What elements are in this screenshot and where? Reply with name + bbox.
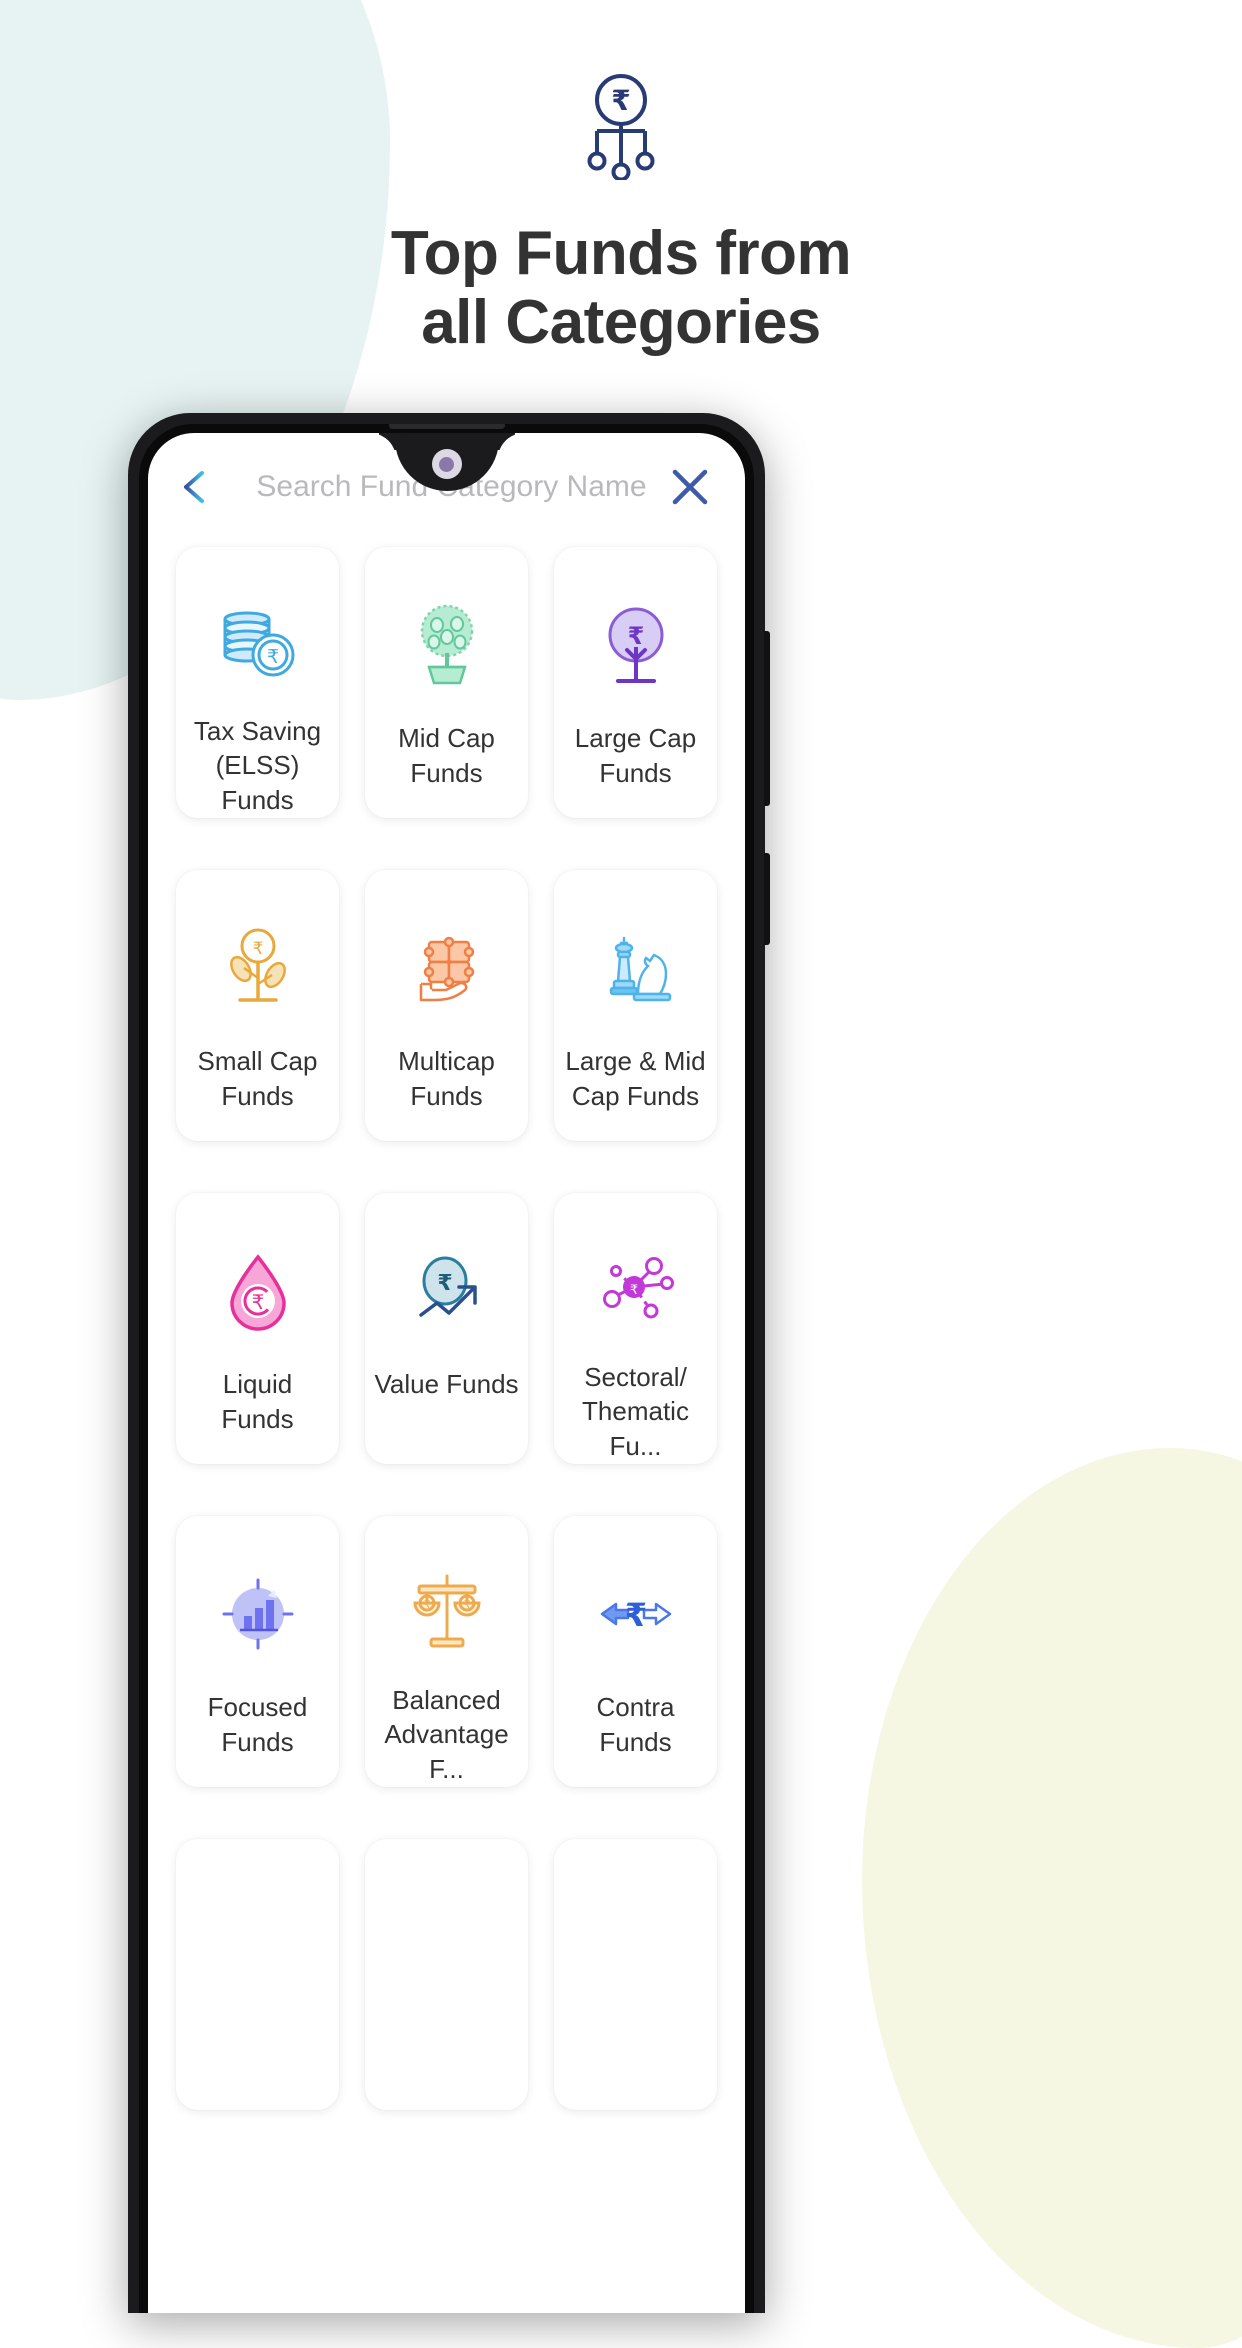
fund-card-multicap[interactable]: Multicap Funds <box>365 870 528 1141</box>
fund-card-large-mid-cap[interactable]: Large & Mid Cap Funds <box>554 870 717 1141</box>
coin-stack-icon: ₹ <box>210 593 306 690</box>
fund-card-small-cap[interactable]: ₹ Small Cap Funds <box>176 870 339 1141</box>
page-title: Top Funds from all Categories <box>0 219 1242 358</box>
fund-card-liquid[interactable]: ₹ Liquid Funds <box>176 1193 339 1464</box>
contra-arrows-icon: ₹ <box>588 1562 684 1666</box>
hero-section: ₹ Top Funds from all Categories <box>0 0 1242 358</box>
svg-text:₹: ₹ <box>437 1271 452 1296</box>
puzzle-hand-icon <box>399 916 495 1020</box>
phone-volume-button[interactable] <box>764 631 770 806</box>
fund-card-sectoral-thematic[interactable]: ₹ Sectoral/ Thematic Fu... <box>554 1193 717 1464</box>
rupee-hierarchy-icon: ₹ <box>566 72 676 185</box>
fund-card-label: Sectoral/ Thematic Fu... <box>582 1361 689 1462</box>
fund-card-label: Mid Cap Funds <box>398 723 495 788</box>
svg-text:₹: ₹ <box>251 1290 264 1314</box>
page-title-line-2: all Categories <box>421 288 821 358</box>
back-arrow-icon[interactable] <box>180 467 236 507</box>
logo-wrap: ₹ <box>0 0 1242 185</box>
fund-card-label: Multicap Funds <box>398 1046 495 1111</box>
fund-card-label: Focused Funds <box>207 1692 308 1757</box>
fund-card-mid-cap[interactable]: Mid Cap Funds <box>365 547 528 818</box>
fund-card-label: Contra Funds <box>596 1692 675 1757</box>
sprout-rupee-icon: ₹ <box>210 916 306 1020</box>
fund-card-label: Liquid Funds <box>221 1369 294 1434</box>
fund-card-label: Value Funds <box>374 1369 519 1399</box>
svg-text:₹: ₹ <box>423 1598 430 1611</box>
fund-card-partial-3[interactable] <box>554 1839 717 2110</box>
droplet-rupee-icon: ₹ <box>210 1239 306 1343</box>
fund-card-tax-saving[interactable]: ₹ Tax Saving (ELSS) Funds <box>176 547 339 818</box>
fund-card-label: Balanced Advantage F... <box>384 1684 509 1785</box>
svg-text:₹: ₹ <box>252 939 263 959</box>
fund-card-focused[interactable]: Focused Funds <box>176 1516 339 1787</box>
front-camera-icon <box>431 449 462 479</box>
fund-card-label: Small Cap Funds <box>197 1046 318 1111</box>
phone-earpiece-speaker <box>388 424 505 429</box>
svg-text:₹: ₹ <box>627 622 644 650</box>
fund-card-contra[interactable]: ₹ Contra Funds <box>554 1516 717 1787</box>
phone-mockup: Search Fund Category Name ₹ Tax Saving (… <box>128 413 770 2313</box>
fund-card-partial-1[interactable] <box>176 1839 339 2110</box>
background-blob-cream <box>862 1448 1242 2348</box>
svg-text:₹: ₹ <box>624 1596 646 1634</box>
svg-text:₹: ₹ <box>463 1598 470 1611</box>
svg-text:₹: ₹ <box>611 84 630 117</box>
fund-card-label: Tax Saving (ELSS) Funds <box>193 715 322 816</box>
fund-card-label: Large & Mid Cap Funds <box>565 1046 706 1111</box>
network-nodes-icon: ₹ <box>588 1239 684 1336</box>
fund-card-value[interactable]: ₹ Value Funds <box>365 1193 528 1464</box>
balance-scale-icon: ₹ ₹ <box>399 1562 495 1659</box>
fund-card-balanced-advantage[interactable]: ₹ ₹ Balanced Advantage F... <box>365 1516 528 1787</box>
page-title-line-1: Top Funds from <box>390 219 852 288</box>
chess-pieces-icon <box>588 916 684 1020</box>
fund-category-grid: ₹ Tax Saving (ELSS) Funds Mid Cap Funds … <box>148 541 745 2110</box>
phone-screen: Search Fund Category Name ₹ Tax Saving (… <box>148 433 745 2313</box>
close-x-icon[interactable] <box>667 464 713 510</box>
coin-growth-icon: ₹ <box>399 1239 495 1343</box>
rupee-tree-icon: ₹ <box>588 593 684 697</box>
phone-power-button[interactable] <box>764 853 770 945</box>
svg-text:₹: ₹ <box>629 1283 637 1298</box>
fund-card-large-cap[interactable]: ₹ Large Cap Funds <box>554 547 717 818</box>
phone-bezel: Search Fund Category Name ₹ Tax Saving (… <box>139 424 754 2313</box>
money-tree-icon <box>399 593 495 697</box>
fund-card-partial-2[interactable] <box>365 1839 528 2110</box>
fund-card-label: Large Cap Funds <box>574 723 697 788</box>
target-chart-icon <box>210 1562 306 1666</box>
svg-text:₹: ₹ <box>266 646 278 668</box>
